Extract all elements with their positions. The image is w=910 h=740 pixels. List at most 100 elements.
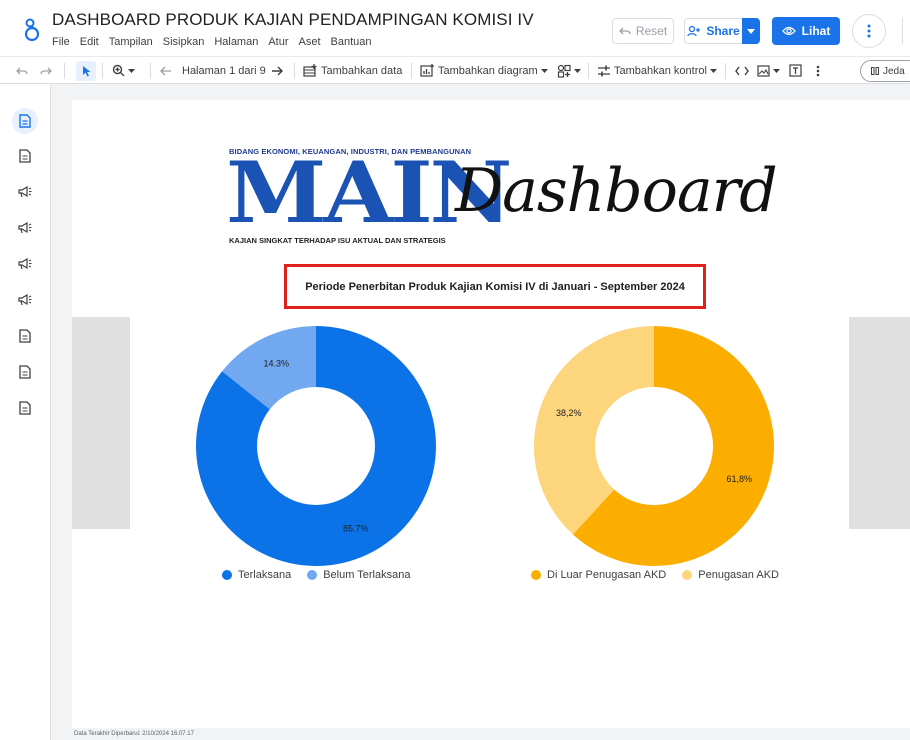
pause-updates-button[interactable]: Jeda [860,60,910,82]
title-bar-divider [902,18,903,44]
toolbar-more-button[interactable] [816,57,820,84]
caret-down-icon [574,68,581,73]
rail-page-5[interactable] [13,252,37,276]
pause-icon [871,67,879,75]
arrow-left-icon [160,66,171,75]
more-vert-icon [867,24,871,38]
redo-icon [40,67,52,74]
caret-down-icon [773,68,780,73]
add-data-button[interactable]: Tambahkan data [303,57,402,84]
legend-item[interactable]: Penugasan AKD [682,569,779,581]
undo-icon [16,67,28,74]
share-dropdown-button[interactable] [742,18,760,44]
megaphone-icon [18,222,32,234]
toolbar-divider [150,63,151,79]
legend-item[interactable]: Terlaksana [222,569,291,581]
page-icon [19,149,31,163]
rail-page-4[interactable] [13,216,37,240]
slice-label: 85.7% [343,523,369,533]
caret-down-icon [540,68,548,73]
view-label: Lihat [801,24,831,38]
rail-page-1[interactable] [12,108,38,134]
menu-file[interactable]: File [52,36,76,48]
legend-item[interactable]: Di Luar Penugasan AKD [531,569,666,581]
zoom-in-icon [112,64,125,77]
page-icon [19,401,31,415]
toolbar-divider [725,63,726,79]
undo-button[interactable] [16,57,28,84]
decorative-band-right [849,317,910,529]
legend-label: Belum Terlaksana [323,569,411,581]
toolbar-divider [411,63,412,79]
app-window: DASHBOARD PRODUK KAJIAN PENDAMPINGAN KOM… [0,0,910,740]
toolbar: Halaman 1 dari 9 Tambahkan data Tambahka… [0,56,910,84]
document-title[interactable]: DASHBOARD PRODUK KAJIAN PENDAMPINGAN KOM… [52,10,534,30]
period-title: Periode Penerbitan Produk Kajian Komisi … [305,280,685,293]
embed-code-button[interactable] [735,57,749,84]
legend-label: Terlaksana [238,569,292,581]
reset-button[interactable]: Reset [612,18,674,44]
report-tagline: KAJIAN SINGKAT TERHADAP ISU AKTUAL DAN S… [229,236,446,245]
reset-label: Reset [635,24,668,38]
menu-bar: File Edit Tampilan Sisipkan Halaman Atur… [52,36,382,48]
last-updated-text: Data Terakhir Diperbarui: 2/10/2024 16.0… [74,731,194,737]
cursor-icon [82,65,90,76]
select-tool-button[interactable] [76,61,96,81]
menu-page[interactable]: Halaman [214,36,264,48]
toolbar-divider [588,63,589,79]
next-page-button[interactable] [271,57,283,84]
legend-label: Penugasan AKD [698,569,779,581]
text-box-icon [789,64,802,77]
rail-page-8[interactable] [13,360,37,384]
legend-dot [682,570,693,580]
logo-script-text: Dashboard [455,156,778,226]
rail-page-9[interactable] [13,396,37,420]
period-title-box[interactable]: Periode Penerbitan Produk Kajian Komisi … [284,264,706,309]
page-indicator[interactable]: Halaman 1 dari 9 [182,57,266,84]
legend-label: Di Luar Penugasan AKD [547,569,667,581]
eye-icon [781,26,796,36]
more-options-button[interactable] [852,14,886,48]
page-icon [19,329,31,343]
caret-down-icon [709,68,717,73]
caret-down-icon [747,28,755,34]
more-vert-icon [816,65,820,76]
megaphone-icon [18,186,32,198]
legend-dot [307,570,318,580]
menu-arrange[interactable]: Atur [268,36,294,48]
toolbar-divider [64,63,65,79]
rail-page-6[interactable] [13,288,37,312]
community-viz-button[interactable] [557,57,581,84]
donut-chart-realization[interactable]: 85.7% 14.3% [194,324,438,568]
redo-button[interactable] [40,57,52,84]
add-data-icon [303,64,317,77]
menu-view[interactable]: Tampilan [109,36,159,48]
menu-insert[interactable]: Sisipkan [163,36,211,48]
add-control-label: Tambahkan kontrol [614,64,707,77]
add-person-icon [687,25,701,37]
legend-realization: Terlaksana Belum Terlaksana [222,569,426,581]
zoom-button[interactable] [112,57,135,84]
arrow-right-icon [272,66,283,75]
share-button[interactable]: Share [684,18,742,44]
view-button[interactable]: Lihat [772,17,840,45]
menu-assets[interactable]: Aset [299,36,327,48]
rail-page-7[interactable] [13,324,37,348]
legend-dot [222,570,232,580]
add-text-button[interactable] [789,57,802,84]
add-chart-label: Tambahkan diagram [438,64,538,77]
app-logo-icon[interactable] [22,16,42,42]
donut-chart-assignment[interactable]: 61,8% 38,2% [532,324,776,568]
menu-help[interactable]: Bantuan [331,36,378,48]
menu-edit[interactable]: Edit [80,36,105,48]
control-sliders-icon [598,65,610,76]
legend-item[interactable]: Belum Terlaksana [307,569,410,581]
previous-page-button[interactable] [160,57,172,84]
rail-page-2[interactable] [13,144,37,168]
rail-page-3[interactable] [13,180,37,204]
add-chart-button[interactable]: Tambahkan diagram [420,57,548,84]
add-control-button[interactable]: Tambahkan kontrol [597,57,717,84]
add-image-button[interactable] [757,57,780,84]
page-icon [19,365,31,379]
title-bar: DASHBOARD PRODUK KAJIAN PENDAMPINGAN KOM… [0,0,910,56]
